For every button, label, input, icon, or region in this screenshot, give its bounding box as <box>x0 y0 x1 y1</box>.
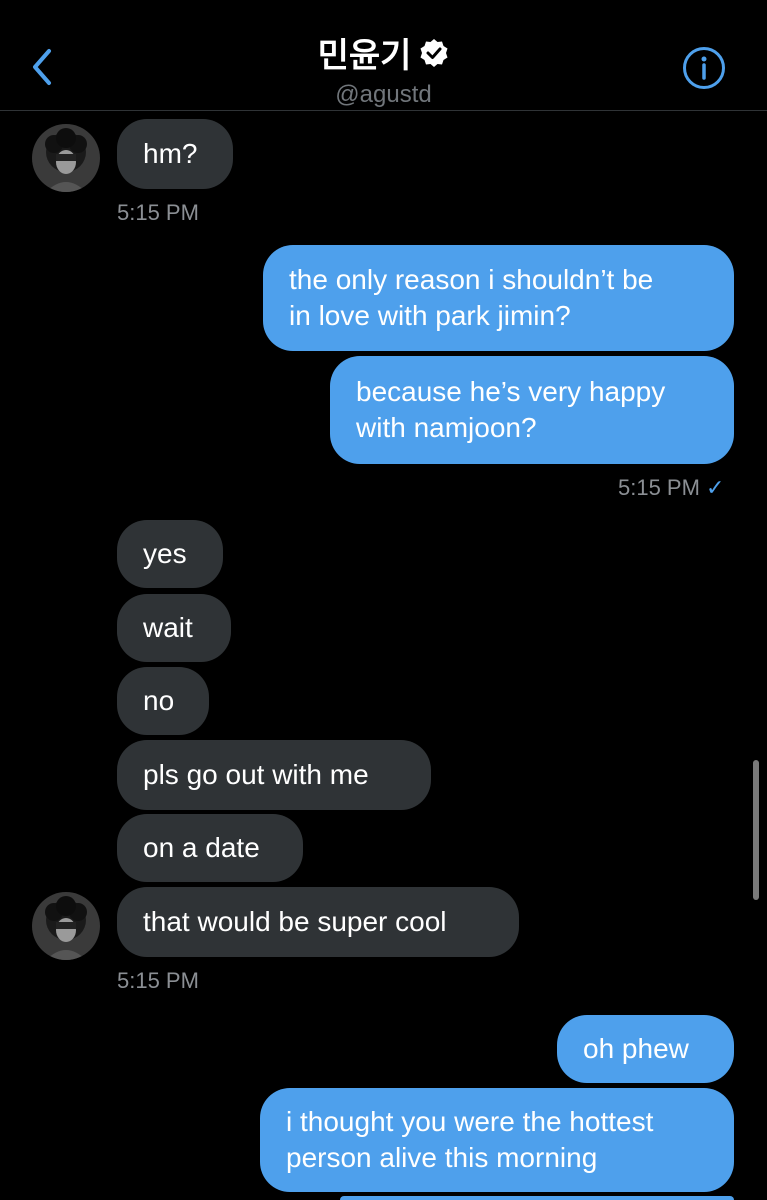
message-text: no <box>143 685 175 716</box>
message-timestamp: 5:15 PM ✓ <box>618 475 724 501</box>
incoming-message-bubble[interactable]: hm? <box>117 119 233 189</box>
contact-info[interactable]: 민윤기 @agustd <box>0 28 767 109</box>
message-timestamp: 5:15 PM <box>117 968 199 993</box>
read-check-icon: ✓ <box>705 475 725 500</box>
avatar[interactable] <box>32 124 100 192</box>
outgoing-message-bubble[interactable]: oh phew <box>557 1015 734 1083</box>
message-timestamp: 5:15 PM <box>117 200 199 225</box>
message-text: on a date <box>143 832 260 863</box>
outgoing-message-bubble[interactable]: because he’s very happy with namjoon? <box>330 356 734 464</box>
timestamp-text: 5:15 PM <box>618 475 700 500</box>
incoming-message-bubble[interactable]: pls go out with me <box>117 740 431 810</box>
incoming-message-bubble[interactable]: on a date <box>117 814 303 882</box>
message-text: wait <box>143 612 193 643</box>
info-button[interactable] <box>682 46 726 90</box>
message-text-line: because he’s very happy <box>356 376 666 407</box>
incoming-message-bubble[interactable]: no <box>117 667 209 735</box>
message-text: hm? <box>143 138 198 169</box>
message-text: yes <box>143 538 187 569</box>
verified-badge-icon <box>419 38 449 68</box>
message-text: that would be super cool <box>143 906 447 937</box>
outgoing-message-bubble[interactable]: the only reason i shouldn’t be in love w… <box>263 245 734 351</box>
message-text-line: person alive this morning <box>286 1142 598 1173</box>
contact-handle: @agustd <box>335 81 432 108</box>
conversation-header: 민윤기 @agustd <box>0 0 767 111</box>
message-text-line: the only reason i shouldn’t be <box>289 264 654 295</box>
message-text: pls go out with me <box>143 759 369 790</box>
avatar[interactable] <box>32 892 100 960</box>
contact-name: 민윤기 <box>317 37 412 75</box>
outgoing-message-bubble-partial[interactable] <box>340 1196 734 1200</box>
message-text: oh phew <box>583 1033 689 1064</box>
outgoing-message-bubble[interactable]: i thought you were the hottest person al… <box>260 1088 734 1192</box>
info-icon <box>683 47 725 89</box>
scrollbar[interactable] <box>753 760 759 900</box>
message-text-line: i thought you were the hottest <box>286 1106 654 1137</box>
incoming-message-bubble[interactable]: yes <box>117 520 223 588</box>
message-text-line: in love with park jimin? <box>289 300 571 331</box>
incoming-message-bubble[interactable]: that would be super cool <box>117 887 519 957</box>
incoming-message-bubble[interactable]: wait <box>117 594 231 662</box>
message-text-line: with namjoon? <box>356 412 537 443</box>
